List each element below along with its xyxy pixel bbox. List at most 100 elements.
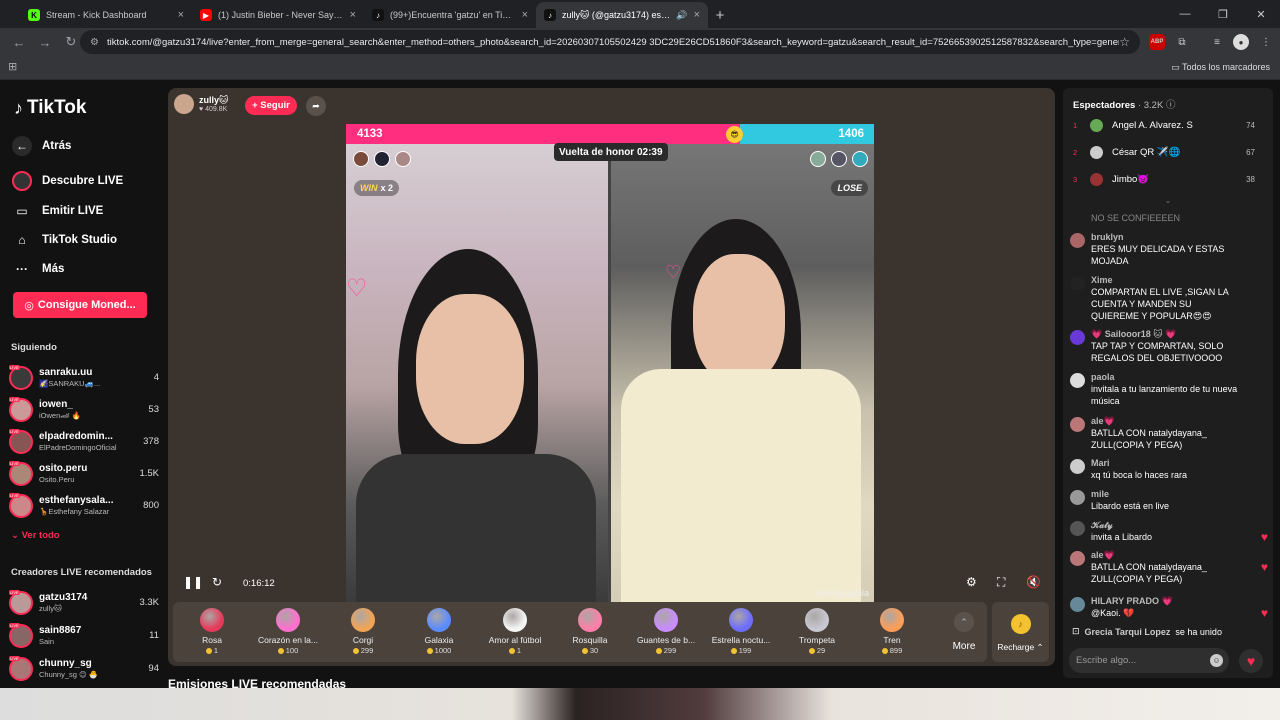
chat-username[interactable]: ale💗: [1091, 550, 1241, 561]
chat-username[interactable]: paola: [1091, 372, 1241, 383]
gift-item[interactable]: Rosquilla 30: [553, 608, 627, 655]
address-bar[interactable]: ⚙ tiktok.com/@gatzu3174/live?enter_from_…: [80, 30, 1140, 54]
sidebar-user-item[interactable]: LIVE sanraku.uu 🌠SANRAKU🚙... 4: [9, 364, 159, 392]
bookmark-star-icon[interactable]: ☆: [1119, 35, 1130, 49]
top-gifter-avatar[interactable]: [374, 151, 390, 167]
more-gifts-button[interactable]: ⌃ More: [944, 612, 984, 652]
battle-video[interactable]: ♡ ♡ valerya.ayala 4133 1406 😎 Vuelta de …: [346, 124, 874, 602]
close-tab-icon[interactable]: ×: [522, 9, 528, 21]
restore-icon[interactable]: ❐: [1204, 0, 1242, 28]
profile-avatar-icon[interactable]: ●: [1233, 34, 1249, 50]
close-tab-icon[interactable]: ×: [350, 9, 356, 21]
liked-heart-icon[interactable]: ♥: [1261, 560, 1268, 574]
chat-username[interactable]: bruklyn: [1091, 232, 1241, 243]
chat-message[interactable]: paola invitala a tu lanzamiento de tu nue…: [1070, 372, 1266, 407]
sidebar-user-item[interactable]: LIVE elpadredomin... ElPadreDomingoOficial…: [9, 428, 159, 456]
recommended-lives-thumbnails[interactable]: [0, 688, 1280, 720]
mute-icon[interactable]: 🔇: [1026, 575, 1041, 589]
top-gifter-avatar[interactable]: [852, 151, 868, 167]
sidebar-user-item[interactable]: LIVE esthefanysala... 🦒Esthefany Salazar 80…: [9, 492, 159, 520]
browser-tab[interactable]: ♪ zully🐱 (@gatzu3174) está en LIVE 🔊 ×: [536, 2, 708, 28]
close-window-icon[interactable]: ✕: [1242, 0, 1280, 28]
gift-item[interactable]: Trompeta 29: [780, 608, 854, 655]
chat-username[interactable]: HILARY PRADO 💗: [1091, 596, 1241, 607]
new-tab-icon[interactable]: +: [708, 2, 732, 28]
nav-tiktok-studio[interactable]: ⌂ TikTok Studio: [12, 230, 117, 250]
host-avatar[interactable]: [174, 94, 194, 114]
forward-icon[interactable]: →: [32, 35, 58, 50]
join-user[interactable]: Grecia Tarqui Lopez: [1085, 627, 1171, 637]
close-tab-icon[interactable]: ×: [178, 9, 184, 21]
adblock-icon[interactable]: ABP: [1149, 34, 1165, 50]
liked-heart-icon[interactable]: ♥: [1261, 530, 1268, 544]
chat-username[interactable]: Mari: [1091, 458, 1241, 469]
share-icon[interactable]: ➦: [306, 96, 326, 116]
browser-tab[interactable]: K Stream - Kick Dashboard ×: [20, 2, 192, 28]
chat-message[interactable]: bruklyn ERES MUY DELICADA Y ESTAS MOJADA: [1070, 232, 1266, 267]
browser-menu-icon[interactable]: ⋮: [1258, 34, 1274, 50]
chat-username[interactable]: ale💗: [1091, 416, 1241, 427]
info-icon[interactable]: ⓘ: [1166, 100, 1176, 111]
sidebar-user-item[interactable]: LIVE gatzu3174 zully🐱 3.3K: [9, 589, 159, 617]
site-info-icon[interactable]: ⚙: [90, 37, 99, 48]
chat-input[interactable]: Escribe algo... ☺: [1069, 648, 1229, 673]
top-viewer-row[interactable]: 3 Jimbo👿 38: [1073, 170, 1265, 188]
chat-user-avatar[interactable]: [1070, 597, 1085, 612]
follow-button[interactable]: + Seguir: [245, 96, 297, 115]
get-coins-button[interactable]: ◎ Consigue Moned...: [13, 292, 147, 318]
chat-user-avatar[interactable]: [1070, 459, 1085, 474]
chat-user-avatar[interactable]: [1070, 417, 1085, 432]
chat-user-avatar[interactable]: [1070, 330, 1085, 345]
gift-item[interactable]: Galaxia 1000: [402, 608, 476, 655]
back-icon[interactable]: ←: [6, 35, 32, 50]
top-gifter-avatar[interactable]: [353, 151, 369, 167]
viewers-header[interactable]: Espectadores · 3.2K ⓘ: [1073, 97, 1175, 111]
browser-tab[interactable]: ♪ (99+)Encuentra 'gatzu' en TikTok ×: [364, 2, 536, 28]
gift-item[interactable]: Corgi 299: [326, 608, 400, 655]
chat-message[interactable]: ale💗 BATLLA CON natalydayana_ ZULL(COPIA …: [1070, 550, 1268, 585]
chat-message[interactable]: Mari xq tú boca lo haces rara: [1070, 458, 1266, 481]
sidebar-user-item[interactable]: LIVE osito.peru Osito.Peru 1.5K: [9, 460, 159, 488]
gift-item[interactable]: Rosa 1: [175, 608, 249, 655]
chat-user-avatar[interactable]: [1070, 276, 1085, 291]
chat-username[interactable]: 💗 Sailooor18 🐱 💗: [1091, 329, 1241, 340]
sidebar-user-item[interactable]: LIVE iowen_ iOwen🏎 🔥 53: [9, 396, 159, 424]
all-bookmarks-link[interactable]: ▭ Todos los marcadores: [1171, 62, 1270, 73]
top-viewer-row[interactable]: 1 Angel A. Alvarez. S 74: [1073, 116, 1265, 134]
chat-username[interactable]: 𝒦𝒶𝓉𝓎: [1091, 520, 1241, 531]
sidebar-user-item[interactable]: LIVE chunny_sg Chunny_sg 😊 🐣 94: [9, 655, 159, 683]
chat-message[interactable]: 💗 Sailooor18 🐱 💗 TAP TAP Y COMPARTAN, SOL…: [1070, 329, 1266, 364]
media-icon[interactable]: ≡: [1209, 34, 1225, 50]
gift-item[interactable]: Tren 899: [855, 608, 929, 655]
chat-message[interactable]: HILARY PRADO 💗 @Kaoi. 💔 ♥: [1070, 596, 1268, 620]
gift-item[interactable]: Guantes de b... 299: [629, 608, 703, 655]
gift-item[interactable]: Estrella noctu... 199: [704, 608, 778, 655]
nav-go-live[interactable]: ▭ Emitir LIVE: [12, 201, 103, 221]
settings-gear-icon[interactable]: ⚙: [966, 575, 977, 589]
chat-message[interactable]: 𝒦𝒶𝓉𝓎 invita a Libardo ♥: [1070, 520, 1268, 544]
chat-message[interactable]: mile Libardo está en live: [1070, 489, 1266, 512]
liked-heart-icon[interactable]: ♥: [1261, 606, 1268, 620]
browser-tab[interactable]: ▶ (1) Justin Bieber - Never Say Never ft.…: [192, 2, 364, 28]
host-info[interactable]: zully🐱 ♥ 409.8K: [174, 94, 228, 114]
recharge-button[interactable]: ♪ Recharge ⌃: [992, 602, 1049, 662]
nav-back[interactable]: ← Atrás: [12, 136, 71, 156]
top-gifter-avatar[interactable]: [831, 151, 847, 167]
audio-playing-icon[interactable]: 🔊: [676, 10, 687, 21]
tiktok-logo[interactable]: ♪ TikTok: [14, 97, 86, 119]
gift-item[interactable]: Corazón en la... 100: [251, 608, 325, 655]
close-tab-icon[interactable]: ×: [694, 9, 700, 21]
extensions-icon[interactable]: ⧉: [1174, 34, 1190, 50]
pause-icon[interactable]: ❚❚: [183, 575, 203, 589]
chat-user-avatar[interactable]: [1070, 551, 1085, 566]
chat-username[interactable]: Xime: [1091, 275, 1241, 286]
minimize-icon[interactable]: —: [1166, 0, 1204, 28]
like-heart-button[interactable]: ♥: [1239, 649, 1263, 673]
chat-user-avatar[interactable]: [1070, 233, 1085, 248]
refresh-icon[interactable]: ↻: [212, 575, 222, 589]
chat-message[interactable]: Xime COMPARTAN EL LIVE ,SIGAN LA CUENTA Y…: [1070, 275, 1266, 322]
chat-user-avatar[interactable]: [1070, 490, 1085, 505]
nav-more[interactable]: ··· Más: [12, 259, 64, 279]
chat-username[interactable]: mile: [1091, 489, 1241, 500]
apps-grid-icon[interactable]: ⊞: [8, 60, 17, 73]
